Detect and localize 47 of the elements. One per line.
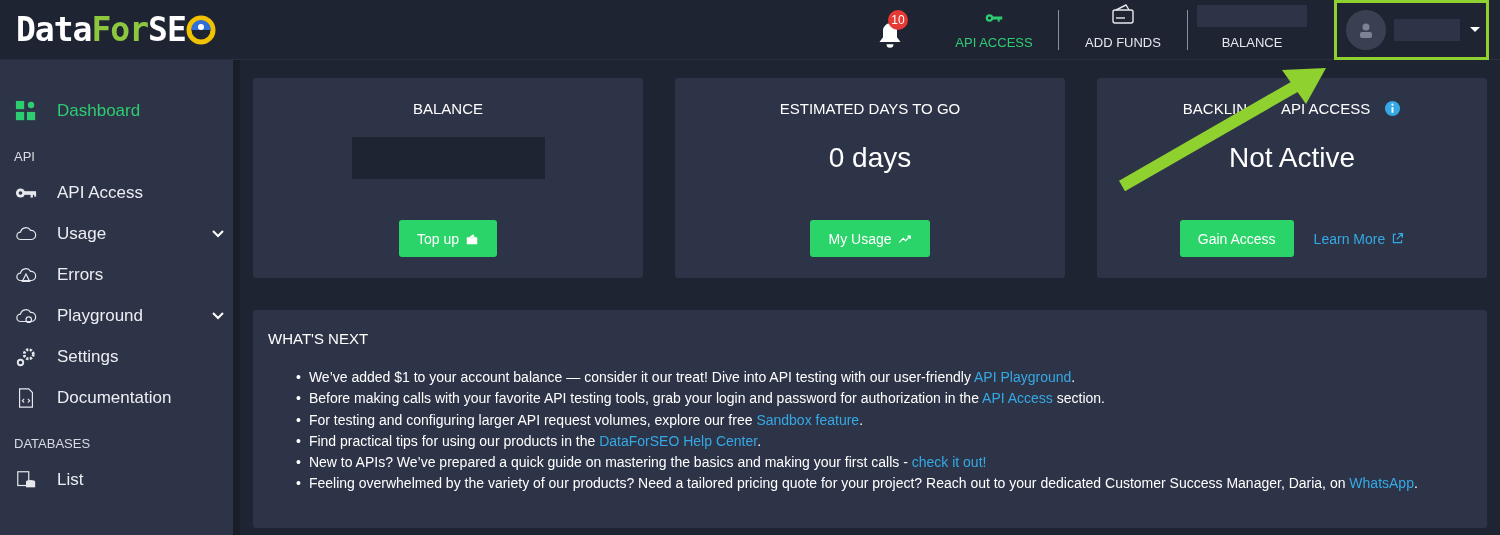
nav-item[interactable]: BALANCE (1188, 0, 1316, 60)
notification-bell[interactable]: 10 (876, 9, 910, 50)
gears-icon (15, 345, 37, 368)
sidebar-item[interactable]: API Access (0, 172, 233, 213)
bullet: • (296, 431, 301, 451)
tip-text: Feeling overwhelmed by the variety of our products? Need a tailored pricing quote for your project? Reach out to your dedicated Customer Success Manager, Daria, on WhatsApp. (308, 474, 1418, 494)
card-value: 0 days (828, 141, 912, 175)
card-title: API ACCESS (1281, 99, 1371, 117)
section-label: DATABASES (13, 435, 92, 453)
nav-item[interactable]: ADD FUNDS (1059, 0, 1187, 60)
external-link-icon (1391, 232, 1405, 245)
wallet-card-icon (1110, 2, 1136, 27)
sidebar-item[interactable]: Documentation (0, 377, 233, 418)
tip-link[interactable]: check it out! (911, 454, 987, 471)
sidebar-item[interactable]: Usage (0, 213, 233, 254)
dashboard-icon (15, 99, 37, 122)
card-title: BALANCE (413, 99, 483, 117)
notification-count: 10 (888, 9, 908, 30)
tip-link[interactable]: API Access (982, 390, 1053, 407)
sidebar-item[interactable]: Dashboard (0, 90, 233, 131)
tip-text: Before making calls with your favorite API testing tools, grab your login and password for authorization in the API Access section. (308, 389, 1105, 409)
sidebar-item[interactable]: Settings (0, 336, 233, 377)
section-label: API (13, 148, 36, 166)
sidebar-item[interactable]: Playground (0, 295, 233, 336)
bullet: • (296, 389, 301, 409)
learn-more-link[interactable]: Learn More (1313, 230, 1405, 247)
bullet: • (296, 410, 301, 430)
card-title: ESTIMATED DAYS TO GO (779, 99, 961, 117)
card-value: Not Active (1228, 141, 1356, 175)
tip-text: We’ve added $1 to your account balance — consider it our treat! Dive into API testing with our user-friendly API Playground. (308, 368, 1076, 387)
tip-text: For testing and configuring larger API request volumes, explore our free Sandbox feature. (308, 410, 863, 430)
bullet: • (296, 368, 301, 387)
scrollbar[interactable] (233, 60, 240, 535)
tip-link[interactable]: Sandbox feature (756, 411, 860, 428)
logo[interactable]: DataForSE (16, 10, 216, 49)
bullet: • (296, 453, 301, 473)
tip-text: New to APIs? We’ve prepared a quick guide on mastering the basics and making your first calls - check it out! (308, 453, 987, 473)
sidebar-item[interactable]: Errors (0, 254, 233, 295)
tip-text: Find practical tips for using our products in the DataForSEO Help Center. (308, 431, 762, 451)
sidebar-item[interactable]: List (0, 459, 233, 500)
info-icon (1384, 99, 1402, 117)
nav-item[interactable]: API ACCESS (930, 0, 1058, 60)
tip-link[interactable]: WhatsApp (1349, 475, 1414, 492)
avatar-icon (1346, 9, 1386, 50)
tip-link[interactable]: DataForSEO Help Center (599, 432, 758, 449)
panel-title: WHAT'S NEXT (268, 330, 370, 347)
bullet: • (296, 474, 301, 494)
